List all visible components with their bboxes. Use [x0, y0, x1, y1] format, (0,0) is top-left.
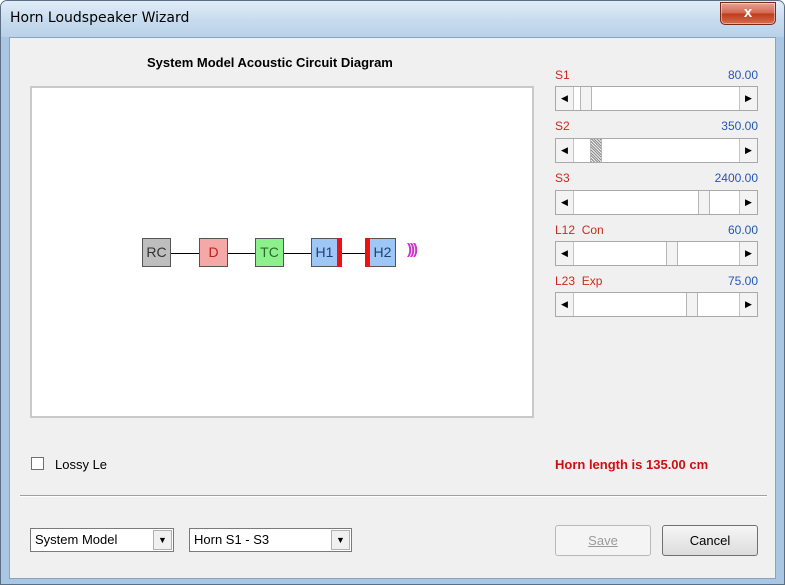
- wire: [170, 253, 199, 254]
- slider-thumb[interactable]: [666, 242, 678, 265]
- close-icon: x: [743, 4, 753, 21]
- slider-s2[interactable]: ◀ ▶: [555, 138, 758, 163]
- scroll-right-icon[interactable]: ▶: [739, 293, 757, 316]
- chevron-down-icon[interactable]: ▼: [153, 530, 172, 550]
- horn-length-status: Horn length is 135.00 cm: [555, 457, 709, 472]
- slider-thumb[interactable]: [590, 139, 602, 162]
- h1-boundary-bar: [338, 238, 342, 267]
- block-h2[interactable]: H2: [369, 238, 396, 267]
- slider-label-s2: S2: [555, 119, 570, 133]
- slider-thumb[interactable]: [698, 191, 710, 214]
- chevron-down-icon[interactable]: ▼: [331, 530, 350, 550]
- circuit-diagram-canvas: RC D TC H1 H2 ))): [30, 86, 534, 418]
- slider-value-s3: 2400.00: [714, 171, 758, 185]
- model-select[interactable]: System Model ▼: [30, 528, 174, 552]
- sound-waves-icon: ))): [407, 241, 418, 258]
- lossy-le-checkbox[interactable]: [31, 457, 44, 470]
- slider-label-l23: L23 Exp: [555, 274, 603, 288]
- scroll-right-icon[interactable]: ▶: [739, 242, 757, 265]
- scroll-right-icon[interactable]: ▶: [739, 87, 757, 110]
- slider-l12[interactable]: ◀ ▶: [555, 241, 758, 266]
- wire: [340, 253, 366, 254]
- title-bar: Horn Loudspeaker Wizard x: [1, 1, 784, 37]
- wizard-window: Horn Loudspeaker Wizard x System Model A…: [0, 0, 785, 585]
- window-title: Horn Loudspeaker Wizard: [10, 10, 190, 26]
- scroll-left-icon[interactable]: ◀: [556, 87, 574, 110]
- scroll-left-icon[interactable]: ◀: [556, 139, 574, 162]
- wire: [228, 253, 256, 254]
- lossy-le-label[interactable]: Lossy Le: [55, 457, 107, 472]
- horn-select[interactable]: Horn S1 - S3 ▼: [189, 528, 352, 552]
- scroll-right-icon[interactable]: ▶: [739, 191, 757, 214]
- slider-s3[interactable]: ◀ ▶: [555, 190, 758, 215]
- block-d[interactable]: D: [199, 238, 228, 267]
- slider-s1[interactable]: ◀ ▶: [555, 86, 758, 111]
- scroll-left-icon[interactable]: ◀: [556, 293, 574, 316]
- save-button[interactable]: Save: [555, 525, 651, 556]
- scroll-left-icon[interactable]: ◀: [556, 242, 574, 265]
- slider-l23[interactable]: ◀ ▶: [555, 292, 758, 317]
- slider-thumb[interactable]: [580, 87, 592, 110]
- block-rc[interactable]: RC: [142, 238, 171, 267]
- wire: [284, 253, 312, 254]
- save-button-label: Save: [588, 533, 618, 548]
- slider-value-l12: 60.00: [727, 223, 758, 237]
- dialog-client: System Model Acoustic Circuit Diagram RC…: [9, 37, 776, 579]
- slider-label-s3: S3: [555, 171, 570, 185]
- slider-label-l12: L12 Con: [555, 223, 604, 237]
- block-tc[interactable]: TC: [255, 238, 284, 267]
- slider-label-s1: S1: [555, 68, 570, 82]
- scroll-right-icon[interactable]: ▶: [739, 139, 757, 162]
- block-h1[interactable]: H1: [311, 238, 338, 267]
- slider-value-s1: 80.00: [727, 68, 758, 82]
- cancel-button[interactable]: Cancel: [662, 525, 758, 556]
- slider-value-s2: 350.00: [721, 119, 758, 133]
- diagram-title: System Model Acoustic Circuit Diagram: [147, 55, 393, 70]
- slider-thumb[interactable]: [686, 293, 698, 316]
- cancel-button-label: Cancel: [689, 533, 731, 548]
- horn-select-value: Horn S1 - S3: [194, 532, 270, 547]
- close-button[interactable]: x: [720, 2, 776, 25]
- model-select-value: System Model: [35, 532, 118, 547]
- divider: [20, 495, 767, 497]
- scroll-left-icon[interactable]: ◀: [556, 191, 574, 214]
- slider-value-l23: 75.00: [727, 274, 758, 288]
